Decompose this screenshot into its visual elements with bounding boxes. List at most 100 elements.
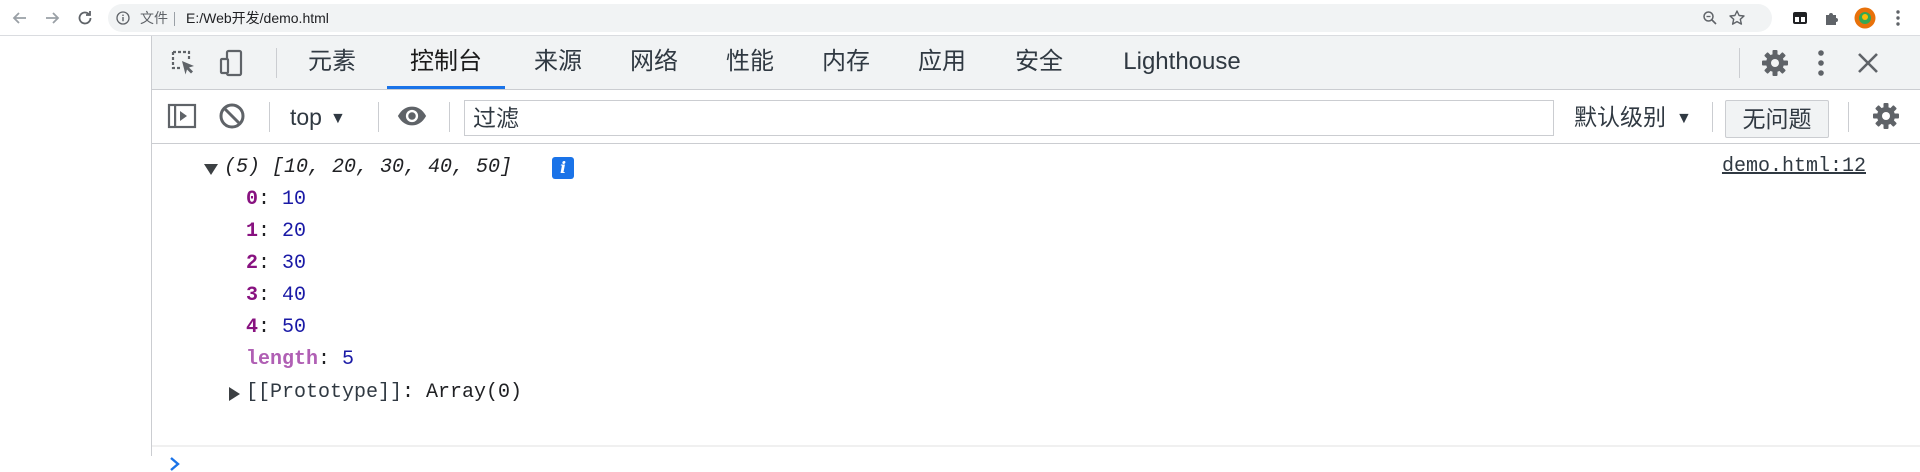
array-summary[interactable]: (5) [10, 20, 30, 40, 50] xyxy=(224,155,512,181)
browser-toolbar: 文件 E:/Web开发/demo.html xyxy=(0,0,1920,36)
info-icon[interactable] xyxy=(116,11,130,25)
settings-button[interactable] xyxy=(1759,47,1791,79)
kebab-menu-icon xyxy=(1896,10,1900,26)
colon: : xyxy=(318,348,343,371)
prototype-key: [[Prototype]] xyxy=(246,381,403,404)
log-levels-dropdown[interactable]: 默认级别 ▼ xyxy=(1574,102,1692,132)
toolbar-divider xyxy=(1739,48,1740,78)
scheme-label: 文件 xyxy=(140,10,168,26)
inspect-cursor-icon xyxy=(171,50,194,75)
prototype-value: Array(0) xyxy=(426,381,523,404)
forward-button[interactable] xyxy=(38,4,66,32)
array-entry: 1: 20 xyxy=(246,219,306,245)
live-expression-button[interactable] xyxy=(396,100,428,132)
colon: : xyxy=(258,188,283,211)
tab-network[interactable]: 网络 xyxy=(614,36,694,89)
colon: : xyxy=(258,220,283,243)
toolbar-divider xyxy=(1848,102,1849,132)
entry-value: 40 xyxy=(282,284,307,307)
entry-value: 30 xyxy=(282,252,307,275)
entry-key: 4 xyxy=(246,316,259,339)
tab-performance[interactable]: 性能 xyxy=(710,36,790,89)
devtools-tab-bar: 元素 控制台 来源 网络 性能 内存 应用 安全 Lighthouse xyxy=(152,36,1920,90)
close-icon xyxy=(1858,53,1878,73)
filter-input[interactable] xyxy=(464,100,1554,136)
back-button[interactable] xyxy=(6,4,34,32)
puzzle-icon xyxy=(1826,13,1838,25)
extension-app-icon xyxy=(1793,12,1807,24)
levels-label: 默认级别 xyxy=(1574,104,1666,130)
console-output: (5) [10, 20, 30, 40, 50] i demo.html:12 … xyxy=(152,144,1920,471)
entry-key: 0 xyxy=(246,188,259,211)
back-arrow-icon xyxy=(12,12,26,24)
forward-arrow-icon xyxy=(46,12,60,24)
toolbar-divider xyxy=(1712,102,1713,132)
devtools-menu-button[interactable] xyxy=(1805,47,1837,79)
reload-button[interactable] xyxy=(71,4,99,32)
colon: : xyxy=(258,316,283,339)
colon: : xyxy=(402,381,427,404)
prompt-divider xyxy=(152,445,1920,447)
show-sidebar-button[interactable] xyxy=(166,100,198,132)
toolbar-divider xyxy=(378,102,379,132)
url-text[interactable]: E:/Web开发/demo.html xyxy=(186,10,329,26)
colon: : xyxy=(258,284,283,307)
tab-console[interactable]: 控制台 xyxy=(387,36,505,89)
colon: : xyxy=(258,252,283,275)
entry-key: 2 xyxy=(246,252,259,275)
device-toolbar-button[interactable] xyxy=(216,47,248,79)
extensions-menu-button[interactable] xyxy=(1820,6,1844,30)
address-bar[interactable]: 文件 E:/Web开发/demo.html xyxy=(108,4,1772,32)
gear-icon xyxy=(1762,50,1788,76)
zoom-icon[interactable] xyxy=(1702,10,1718,26)
entry-key: 1 xyxy=(246,220,259,243)
tab-security[interactable]: 安全 xyxy=(999,36,1079,89)
toolbar-divider xyxy=(276,48,277,78)
entry-value: 20 xyxy=(282,220,307,243)
tab-sources[interactable]: 来源 xyxy=(518,36,598,89)
issues-button[interactable]: 无问题 xyxy=(1725,100,1829,138)
devtools-panel: 元素 控制台 来源 网络 性能 内存 应用 安全 Lighthouse top ▼ xyxy=(151,36,1920,471)
entry-key: 3 xyxy=(246,284,259,307)
block-icon xyxy=(219,103,245,129)
tab-elements[interactable]: 元素 xyxy=(292,36,372,89)
sidebar-toggle-icon xyxy=(167,103,197,129)
entry-value: 10 xyxy=(282,188,307,211)
tab-application[interactable]: 应用 xyxy=(902,36,982,89)
page-viewport xyxy=(0,36,151,456)
console-settings-button[interactable] xyxy=(1870,100,1902,132)
tab-lighthouse[interactable]: Lighthouse xyxy=(1112,36,1252,89)
expand-triangle-icon[interactable] xyxy=(229,387,240,401)
length-property: length: 5 xyxy=(246,347,354,373)
toolbar-divider xyxy=(269,102,270,132)
array-entry: 4: 50 xyxy=(246,315,306,341)
info-icon[interactable]: i xyxy=(552,157,574,179)
eye-icon xyxy=(397,106,427,126)
extension-button[interactable] xyxy=(1788,6,1812,30)
inspect-element-button[interactable] xyxy=(168,47,200,79)
array-entry: 0: 10 xyxy=(246,187,306,213)
source-link[interactable]: demo.html:12 xyxy=(1722,154,1866,180)
gear-icon xyxy=(1873,103,1899,129)
entry-value: 50 xyxy=(282,316,307,339)
context-label: top xyxy=(290,104,322,130)
avatar xyxy=(1854,7,1876,29)
dropdown-arrow-icon: ▼ xyxy=(1676,110,1692,127)
length-value: 5 xyxy=(342,348,355,371)
kebab-menu-icon xyxy=(1818,50,1824,76)
tab-memory[interactable]: 内存 xyxy=(806,36,886,89)
context-selector[interactable]: top ▼ xyxy=(290,102,346,132)
browser-menu-button[interactable] xyxy=(1886,6,1910,30)
dropdown-arrow-icon: ▼ xyxy=(329,110,346,127)
address-divider xyxy=(174,12,175,26)
profile-button[interactable] xyxy=(1853,6,1877,30)
collapse-triangle-icon[interactable] xyxy=(204,164,218,175)
bookmark-star-icon[interactable] xyxy=(1728,9,1746,27)
clear-console-button[interactable] xyxy=(216,100,248,132)
length-key: length xyxy=(246,348,319,371)
array-entry: 3: 40 xyxy=(246,283,306,309)
toolbar-divider xyxy=(449,102,450,132)
prototype-property[interactable]: [[Prototype]]: Array(0) xyxy=(246,380,522,406)
console-prompt-icon xyxy=(170,457,180,471)
close-devtools-button[interactable] xyxy=(1852,47,1884,79)
